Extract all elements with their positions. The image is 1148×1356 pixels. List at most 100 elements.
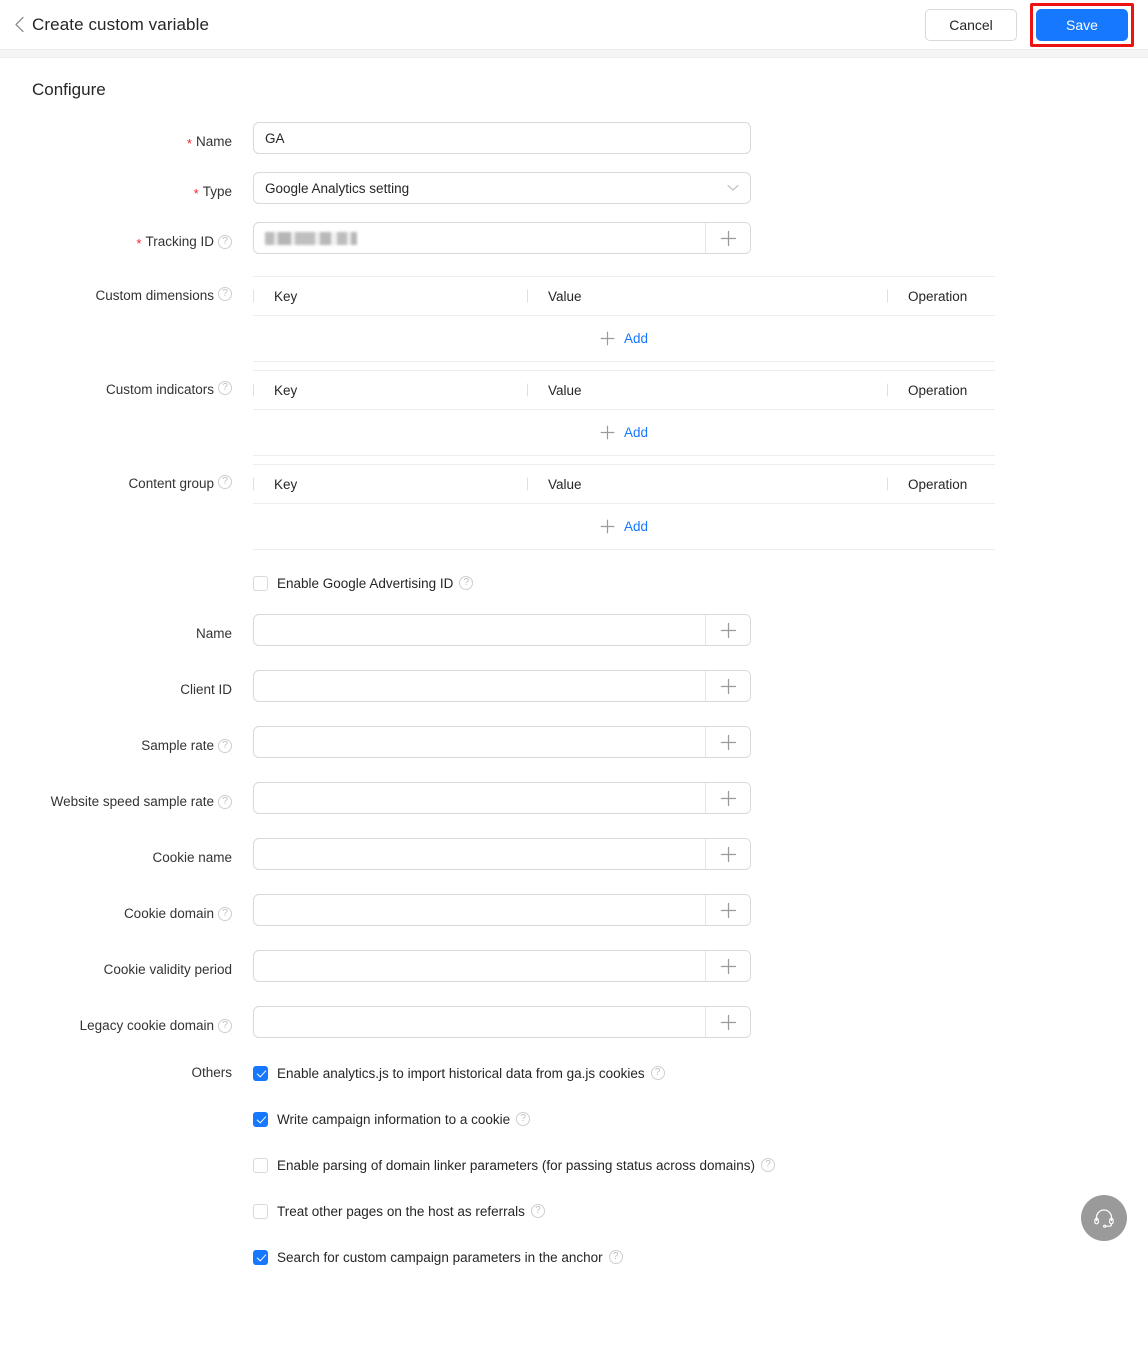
label-text: Legacy cookie domain — [80, 1017, 214, 1035]
help-icon[interactable]: ? — [651, 1066, 665, 1080]
others-checkbox-2[interactable] — [253, 1158, 268, 1173]
addon-input-group — [253, 1006, 751, 1038]
addon-input[interactable] — [254, 839, 705, 869]
others-checkbox-0[interactable] — [253, 1066, 268, 1081]
help-icon[interactable]: ? — [218, 795, 232, 809]
others-option-4[interactable]: Search for custom campaign parameters in… — [253, 1246, 775, 1268]
kv-table-header: Key Value Operation — [253, 371, 995, 410]
others-row: Others Enable analytics.js to import his… — [0, 1062, 1148, 1268]
plus-icon — [600, 425, 615, 440]
label-text: Client ID — [180, 681, 232, 699]
field-row-addon-5: Cookie domain ? — [0, 894, 1148, 926]
addon-input-group — [253, 894, 751, 926]
page-header: Create custom variable Cancel Save — [0, 0, 1148, 49]
others-option-1[interactable]: Write campaign information to a cookie ? — [253, 1108, 775, 1130]
help-icon[interactable]: ? — [218, 381, 232, 395]
help-icon[interactable]: ? — [218, 907, 232, 921]
addon-add-button[interactable] — [705, 783, 750, 813]
plus-icon — [600, 331, 615, 346]
addon-input[interactable] — [254, 895, 705, 925]
others-label-2[interactable]: Enable parsing of domain linker paramete… — [277, 1158, 775, 1173]
others-label-1[interactable]: Write campaign information to a cookie ? — [277, 1112, 530, 1127]
help-icon[interactable]: ? — [218, 287, 232, 301]
add-row-label: Add — [624, 425, 648, 440]
addon-input[interactable] — [254, 615, 705, 645]
others-checkbox-3[interactable] — [253, 1204, 268, 1219]
addon-add-button[interactable] — [705, 671, 750, 701]
field-row-tracking-id: * Tracking ID ? — [0, 222, 1148, 254]
cancel-button[interactable]: Cancel — [925, 9, 1017, 41]
addon-input[interactable] — [254, 783, 705, 813]
others-label-0[interactable]: Enable analytics.js to import historical… — [277, 1066, 665, 1081]
label-addon-0: Name — [0, 614, 232, 646]
table-row-2: Content group ? Key Value Operation — [0, 464, 1148, 550]
addon-input[interactable] — [254, 951, 705, 981]
name-input[interactable]: GA — [253, 122, 751, 154]
addon-add-button[interactable] — [705, 1007, 750, 1037]
help-icon[interactable]: ? — [531, 1204, 545, 1218]
field-row-addon-0: Name — [0, 614, 1148, 646]
addon-add-button[interactable] — [705, 615, 750, 645]
field-row-addon-7: Legacy cookie domain ? — [0, 1006, 1148, 1038]
help-icon[interactable]: ? — [516, 1112, 530, 1126]
kv-table-header: Key Value Operation — [253, 277, 995, 316]
kv-table-add-row: Add — [253, 410, 995, 456]
others-label-text: Enable analytics.js to import historical… — [277, 1066, 645, 1081]
tracking-id-input-group — [253, 222, 751, 254]
others-checkbox-1[interactable] — [253, 1112, 268, 1127]
others-option-3[interactable]: Treat other pages on the host as referra… — [253, 1200, 775, 1222]
addon-input[interactable] — [254, 671, 705, 701]
column-header-key: Key — [253, 277, 527, 315]
label-text: Others — [191, 1064, 232, 1082]
help-icon[interactable]: ? — [218, 235, 232, 249]
back-chevron-icon[interactable] — [10, 16, 28, 34]
label-text: Type — [203, 183, 232, 201]
field-type: Google Analytics setting — [253, 172, 751, 204]
tracking-id-add-button[interactable] — [705, 223, 750, 253]
addon-add-button[interactable] — [705, 895, 750, 925]
others-label-4[interactable]: Search for custom campaign parameters in… — [277, 1250, 623, 1265]
label-custom-indicators: Custom indicators ? — [0, 370, 232, 399]
addon-fields-group: Name Client ID — [0, 614, 1148, 1038]
addon-input-group — [253, 950, 751, 982]
advertising-id-checkbox-row[interactable]: Enable Google Advertising ID ? — [253, 572, 473, 594]
label-others: Others — [0, 1062, 232, 1084]
support-fab-button[interactable] — [1081, 1195, 1127, 1241]
others-label-3[interactable]: Treat other pages on the host as referra… — [277, 1204, 545, 1219]
help-icon[interactable]: ? — [761, 1158, 775, 1172]
type-select[interactable]: Google Analytics setting — [253, 172, 751, 204]
others-label-text: Enable parsing of domain linker paramete… — [277, 1158, 755, 1173]
tracking-id-input[interactable] — [254, 223, 705, 253]
advertising-id-checkbox[interactable] — [253, 576, 268, 591]
help-icon[interactable]: ? — [218, 739, 232, 753]
field-addon-7 — [253, 1006, 751, 1038]
others-checkbox-4[interactable] — [253, 1250, 268, 1265]
help-icon[interactable]: ? — [459, 576, 473, 590]
add-row-button[interactable]: Add — [600, 425, 648, 440]
advertising-id-label[interactable]: Enable Google Advertising ID ? — [277, 576, 473, 591]
page-title: Create custom variable — [32, 15, 209, 35]
label-type: * Type — [0, 172, 232, 204]
addon-add-button[interactable] — [705, 727, 750, 757]
help-icon[interactable]: ? — [218, 475, 232, 489]
table-custom-dimensions: Key Value Operation Add — [253, 276, 995, 362]
required-asterisk: * — [194, 187, 199, 200]
add-row-button[interactable]: Add — [600, 519, 648, 534]
label-text: Sample rate — [141, 737, 214, 755]
addon-input[interactable] — [254, 727, 705, 757]
kv-table: Key Value Operation Add — [253, 464, 995, 550]
kv-table: Key Value Operation Add — [253, 276, 995, 362]
addon-add-button[interactable] — [705, 951, 750, 981]
others-option-2[interactable]: Enable parsing of domain linker paramete… — [253, 1154, 775, 1176]
help-icon[interactable]: ? — [609, 1250, 623, 1264]
column-header-operation: Operation — [887, 371, 995, 409]
help-icon[interactable]: ? — [218, 1019, 232, 1033]
save-button-highlight: Save — [1030, 3, 1134, 47]
kv-tables-group: Custom dimensions ? Key Value Operation — [0, 276, 1148, 550]
field-row-type: * Type Google Analytics setting — [0, 172, 1148, 204]
add-row-button[interactable]: Add — [600, 331, 648, 346]
addon-add-button[interactable] — [705, 839, 750, 869]
addon-input[interactable] — [254, 1007, 705, 1037]
save-button[interactable]: Save — [1036, 9, 1128, 41]
others-option-0[interactable]: Enable analytics.js to import historical… — [253, 1062, 775, 1084]
